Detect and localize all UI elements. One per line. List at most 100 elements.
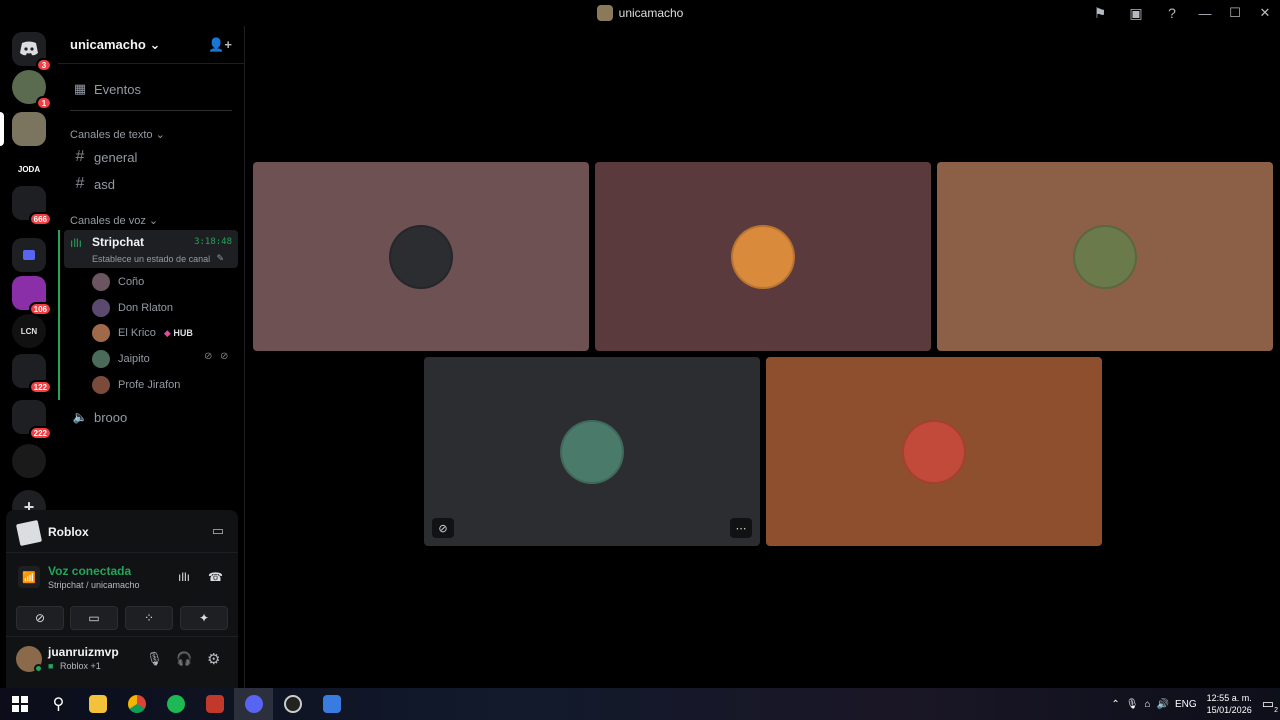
stream-icon[interactable]: ▭ bbox=[212, 523, 224, 539]
discord-taskbar-icon[interactable] bbox=[234, 688, 273, 720]
folder-icon-blue[interactable] bbox=[12, 238, 46, 272]
roblox-studio-icon[interactable] bbox=[312, 688, 351, 720]
language-indicator[interactable]: ENG bbox=[1175, 699, 1197, 710]
disconnect-icon[interactable]: ☎ bbox=[208, 570, 223, 584]
discord-home-icon[interactable]: 3 bbox=[12, 32, 52, 72]
server-icon-joda[interactable]: JODA bbox=[12, 152, 46, 186]
flag-icon[interactable]: ⚑ bbox=[1082, 0, 1118, 26]
channel-label: brooo bbox=[94, 409, 128, 425]
events-item[interactable]: ▦ Eventos bbox=[64, 78, 238, 100]
clock[interactable]: 12:55 a. m. 15/01/2026 bbox=[1207, 692, 1252, 716]
gem-icon: ◆ bbox=[163, 327, 171, 338]
server-icon-1[interactable]: 1 bbox=[12, 70, 52, 110]
divider bbox=[70, 110, 232, 111]
voice-status[interactable]: Establece un estado de canal bbox=[92, 254, 210, 264]
system-tray: ⌃ 🎙 ⌂ 🔊 ENG 12:55 a. m. 15/01/2026 ▭ 2 bbox=[1111, 688, 1280, 720]
chrome-icon[interactable] bbox=[117, 688, 156, 720]
text-category[interactable]: Canales de texto ⌄ bbox=[70, 128, 165, 141]
folder-icon-3[interactable]: 222 bbox=[12, 400, 52, 440]
member-name: El Krico bbox=[118, 327, 156, 339]
windows-taskbar: ⚲ ⌃ 🎙 ⌂ 🔊 ENG 12:55 a. m. 15/01/2026 ▭ 2 bbox=[0, 688, 1280, 720]
app-red-icon[interactable] bbox=[195, 688, 234, 720]
voice-channel-brooo[interactable]: 🔈 brooo bbox=[64, 406, 238, 428]
camera-button[interactable]: ⊘ bbox=[16, 606, 64, 630]
hub-tag-label: HUB bbox=[173, 327, 193, 338]
voice-active-icon: ıllı bbox=[70, 236, 82, 250]
server-icon-dark[interactable] bbox=[12, 444, 46, 478]
server-icon-unicamacho[interactable] bbox=[12, 112, 46, 146]
window-title: unicamacho bbox=[596, 5, 683, 21]
minimize-button[interactable]: — bbox=[1190, 0, 1220, 26]
spotify-icon[interactable] bbox=[156, 688, 195, 720]
avatar bbox=[92, 376, 110, 394]
voice-member[interactable]: Coño bbox=[92, 273, 144, 291]
help-icon[interactable]: ? bbox=[1154, 0, 1190, 26]
file-explorer-icon[interactable] bbox=[78, 688, 117, 720]
chevron-down-icon: ⌄ bbox=[149, 36, 161, 52]
channel-general[interactable]: # general bbox=[64, 146, 238, 168]
participant-avatar bbox=[389, 224, 453, 289]
settings-icon[interactable]: ⚙ bbox=[207, 650, 220, 668]
participant-tile[interactable] bbox=[766, 357, 1102, 546]
headphones-icon[interactable]: 🎧 bbox=[176, 651, 192, 667]
participant-tile[interactable]: ⊘ ⋯ bbox=[424, 357, 760, 546]
mic-tray-icon[interactable]: 🎙 bbox=[1126, 699, 1139, 710]
member-name: Profe Jirafon bbox=[118, 379, 181, 391]
events-label: Eventos bbox=[94, 81, 141, 97]
server-icon-lcn[interactable]: LCN bbox=[12, 314, 46, 348]
notification-icon[interactable]: ▭ 2 bbox=[1262, 696, 1278, 714]
pencil-icon[interactable]: ✎ bbox=[216, 253, 224, 264]
noise-suppression-icon[interactable]: ıllı bbox=[178, 570, 190, 584]
divider bbox=[6, 552, 238, 553]
tray-expand-icon[interactable]: ⌃ bbox=[1111, 699, 1119, 710]
search-icon[interactable]: ⚲ bbox=[39, 688, 78, 720]
voice-member[interactable]: Jaipito bbox=[92, 350, 150, 368]
voice-location[interactable]: Stripchat / unicamacho bbox=[48, 580, 140, 590]
user-panel: Roblox ▭ 📶 Voz conectada Stripchat / uni… bbox=[6, 510, 238, 688]
voice-stage: ⊘ ⋯ bbox=[245, 26, 1280, 688]
activities-icon: ⁘ bbox=[143, 611, 155, 625]
member-name: Don Rlaton bbox=[118, 302, 174, 314]
mic-muted-icon: ⊘ bbox=[204, 351, 213, 362]
voice-channel-stripchat[interactable]: ıllı Stripchat 3:18:48 Establece un esta… bbox=[64, 230, 238, 268]
screen-share-icon: ▭ bbox=[88, 611, 100, 625]
participant-tile[interactable] bbox=[937, 162, 1273, 351]
obs-icon[interactable] bbox=[273, 688, 312, 720]
folder-icon-2[interactable]: 122 bbox=[12, 354, 52, 394]
inbox-icon[interactable]: ▣ bbox=[1118, 0, 1154, 26]
server-header[interactable]: unicamacho ⌄ 👤+ bbox=[58, 26, 244, 64]
volume-icon[interactable]: 🔊 bbox=[1157, 699, 1169, 710]
server-icon bbox=[596, 5, 613, 21]
close-button[interactable]: ✕ bbox=[1250, 0, 1280, 26]
voice-member[interactable]: El Krico ◆ HUB bbox=[92, 324, 193, 342]
participant-tile[interactable] bbox=[253, 162, 589, 351]
activities-button[interactable]: ⁘ bbox=[125, 606, 173, 630]
network-icon[interactable]: ⌂ bbox=[1144, 699, 1150, 710]
channel-asd[interactable]: # asd bbox=[64, 173, 238, 195]
participant-tile[interactable] bbox=[595, 162, 931, 351]
voice-member[interactable]: Don Rlaton bbox=[92, 299, 173, 317]
maximize-button[interactable]: ☐ bbox=[1220, 0, 1250, 26]
username[interactable]: juanruizmvp bbox=[48, 645, 119, 659]
folder-icon-1[interactable]: 666 bbox=[12, 186, 52, 226]
unread-badge: 666 bbox=[28, 212, 52, 226]
channel-label: asd bbox=[94, 176, 115, 192]
participant-avatar bbox=[902, 419, 966, 484]
mic-icon[interactable]: 🎙 bbox=[146, 651, 163, 667]
server-icon-pelado[interactable]: 106 bbox=[12, 276, 52, 316]
voice-status-text[interactable]: Voz conectada bbox=[48, 564, 131, 578]
soundboard-icon: ✦ bbox=[198, 611, 210, 625]
voice-member[interactable]: Profe Jirafon bbox=[92, 376, 180, 394]
participant-avatar bbox=[731, 224, 795, 289]
windows-start-icon[interactable] bbox=[0, 688, 39, 720]
invite-icon[interactable]: 👤+ bbox=[208, 37, 232, 53]
channel-label: general bbox=[94, 149, 138, 165]
soundboard-button[interactable]: ✦ bbox=[180, 606, 228, 630]
hash-icon: # bbox=[75, 148, 85, 165]
calendar-icon: ▦ bbox=[73, 81, 87, 96]
voice-category[interactable]: Canales de voz ⌄ bbox=[70, 214, 158, 227]
clock-date: 15/01/2026 bbox=[1206, 705, 1252, 715]
participant-avatar bbox=[1073, 224, 1137, 289]
screen-share-button[interactable]: ▭ bbox=[70, 606, 118, 630]
more-options-icon[interactable]: ⋯ bbox=[730, 518, 752, 538]
